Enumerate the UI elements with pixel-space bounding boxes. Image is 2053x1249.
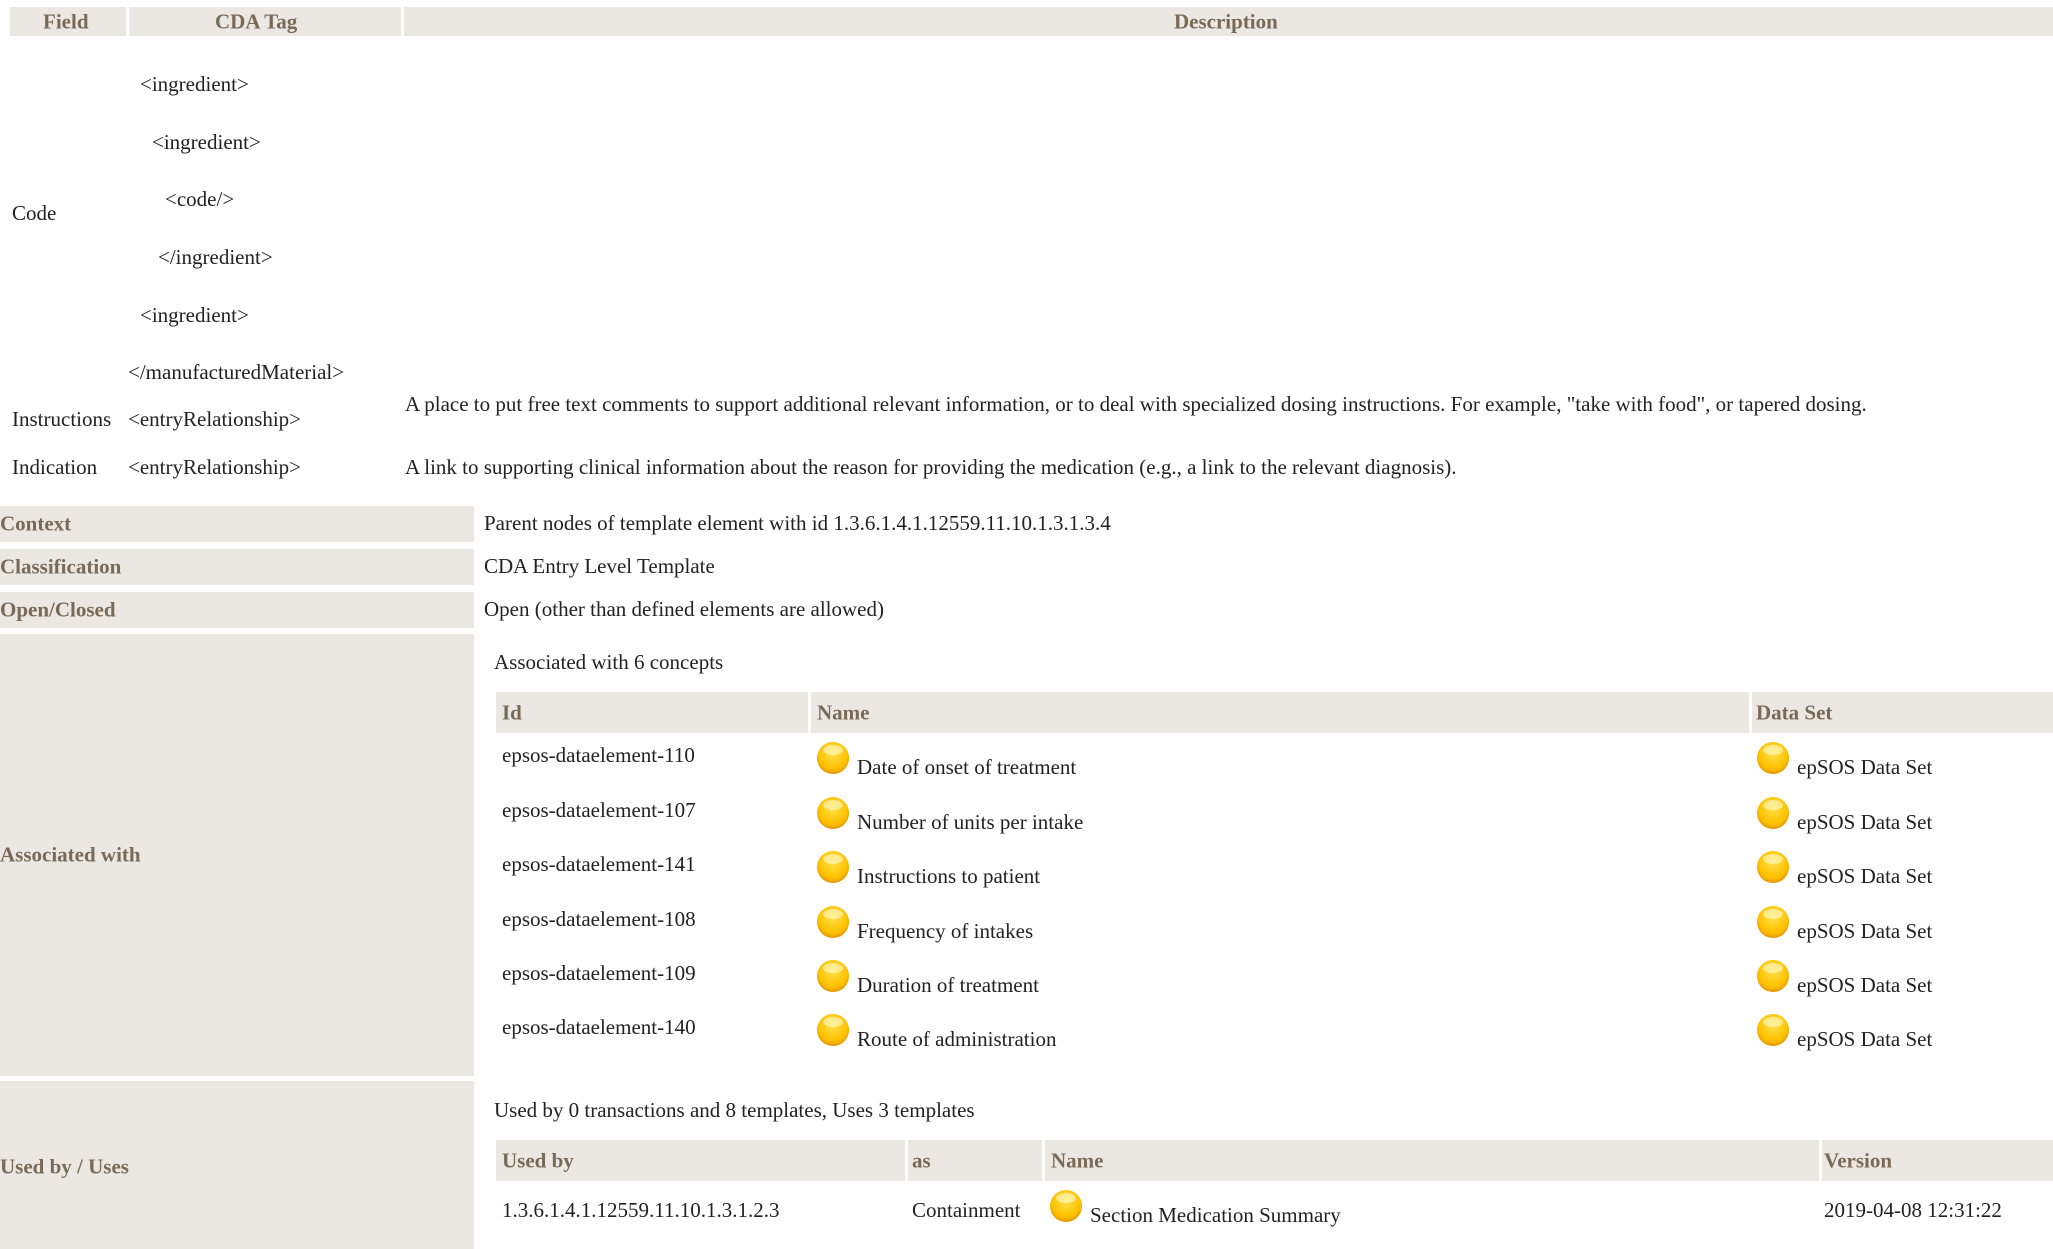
- cda-tag-line: <ingredient>: [140, 72, 249, 96]
- openclosed-label: Open/Closed: [0, 592, 474, 628]
- concept-id[interactable]: epsos-dataelement-108: [502, 907, 696, 932]
- usedby-header-version: Version: [1822, 1140, 2053, 1181]
- cda-tag-line: <code/>: [165, 187, 235, 211]
- field-code: Code: [12, 201, 57, 225]
- cda-tag-line: </manufacturedMaterial>: [128, 360, 345, 384]
- concept-id[interactable]: epsos-dataelement-141: [502, 852, 696, 877]
- yellow-status-icon: [817, 906, 849, 938]
- header-cda-tag: CDA Tag: [129, 7, 401, 36]
- associated-header-dataset: Data Set: [1752, 692, 2053, 733]
- concept-name[interactable]: Route of administration: [857, 1027, 1056, 1052]
- usedby-header-as: as: [908, 1140, 1042, 1181]
- yellow-status-icon: [817, 960, 849, 992]
- concept-id[interactable]: epsos-dataelement-110: [502, 743, 695, 768]
- concept-name[interactable]: Frequency of intakes: [857, 919, 1033, 944]
- context-label: Context: [0, 506, 474, 542]
- yellow-status-icon: [1757, 797, 1789, 829]
- yellow-status-icon: [817, 797, 849, 829]
- concept-dataset[interactable]: epSOS Data Set: [1797, 973, 1932, 998]
- concept-name[interactable]: Instructions to patient: [857, 864, 1040, 889]
- concept-id[interactable]: epsos-dataelement-107: [502, 798, 696, 823]
- yellow-status-icon: [1757, 742, 1789, 774]
- cda-tag-line: <ingredient>: [140, 303, 249, 327]
- cda-tag-indication: <entryRelationship>: [128, 455, 301, 479]
- concept-name[interactable]: Duration of treatment: [857, 973, 1039, 998]
- usedby-id[interactable]: 1.3.6.1.4.1.12559.11.10.1.3.1.2.3: [502, 1198, 779, 1223]
- usedby-as: Containment: [912, 1198, 1021, 1222]
- header-description: Description: [404, 7, 2053, 36]
- cda-tag-line: <ingredient>: [152, 130, 261, 154]
- concept-id[interactable]: epsos-dataelement-109: [502, 961, 696, 986]
- usedby-header-name: Name: [1045, 1140, 1819, 1181]
- description-instructions: A place to put free text comments to sup…: [405, 392, 1867, 416]
- associated-header-id: Id: [496, 692, 808, 733]
- usedby-label: Used by / Uses: [0, 1081, 474, 1249]
- associated-summary: Associated with 6 concepts: [494, 650, 724, 674]
- yellow-status-icon: [817, 742, 849, 774]
- concept-dataset[interactable]: epSOS Data Set: [1797, 919, 1932, 944]
- yellow-status-icon: [1757, 1014, 1789, 1046]
- field-indication: Indication: [12, 455, 98, 479]
- associated-label: Associated with: [0, 634, 474, 1076]
- cda-tag-instructions: <entryRelationship>: [128, 407, 301, 431]
- yellow-status-icon: [1757, 851, 1789, 883]
- concept-dataset[interactable]: epSOS Data Set: [1797, 864, 1932, 889]
- usedby-version: 2019-04-08 12:31:22: [1824, 1198, 2002, 1222]
- field-instructions: Instructions: [12, 407, 112, 431]
- concept-dataset[interactable]: epSOS Data Set: [1797, 1027, 1932, 1052]
- classification-value: CDA Entry Level Template: [484, 554, 715, 578]
- yellow-status-icon: [817, 851, 849, 883]
- usedby-name[interactable]: Section Medication Summary: [1090, 1203, 1341, 1228]
- cda-tag-line: </ingredient>: [158, 245, 273, 269]
- concept-dataset[interactable]: epSOS Data Set: [1797, 755, 1932, 780]
- concept-id[interactable]: epsos-dataelement-140: [502, 1015, 696, 1040]
- concept-name[interactable]: Date of onset of treatment: [857, 755, 1076, 780]
- associated-header-name: Name: [811, 692, 1749, 733]
- usedby-summary: Used by 0 transactions and 8 templates, …: [494, 1098, 975, 1122]
- openclosed-value: Open (other than defined elements are al…: [484, 597, 884, 621]
- yellow-status-icon: [1757, 906, 1789, 938]
- concept-dataset[interactable]: epSOS Data Set: [1797, 810, 1932, 835]
- description-indication: A link to supporting clinical informatio…: [405, 455, 1457, 479]
- yellow-status-icon: [1757, 960, 1789, 992]
- header-field: Field: [10, 7, 126, 36]
- yellow-status-icon: [817, 1014, 849, 1046]
- classification-label: Classification: [0, 549, 474, 585]
- usedby-header-used-by: Used by: [496, 1140, 905, 1181]
- yellow-status-icon: [1050, 1190, 1082, 1222]
- context-value: Parent nodes of template element with id…: [484, 511, 1111, 535]
- concept-name[interactable]: Number of units per intake: [857, 810, 1083, 835]
